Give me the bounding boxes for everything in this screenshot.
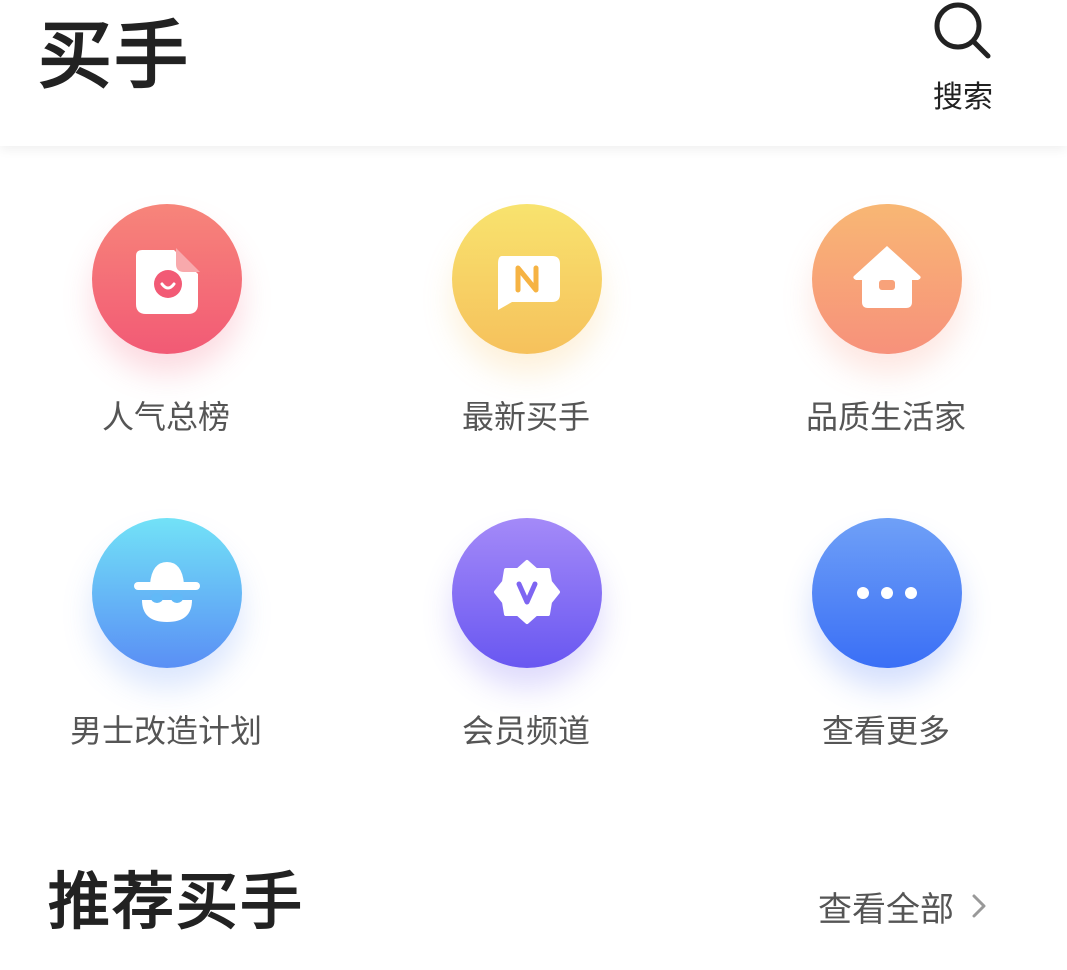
view-all-link[interactable]: 查看全部 [818, 882, 986, 930]
category-icon-circle [92, 204, 242, 354]
more-dots-icon [857, 587, 917, 599]
category-label: 会员频道 [461, 712, 590, 750]
chevron-right-icon [972, 894, 986, 918]
search-button[interactable]: 搜索 [920, 0, 1006, 115]
document-smile-icon [136, 248, 200, 314]
hat-face-icon [134, 562, 200, 622]
top-header: 买手 搜索 [0, 0, 1067, 146]
category-see-more[interactable]: 查看更多 [736, 460, 1036, 750]
vip-badge-icon [494, 560, 560, 624]
search-icon [934, 2, 991, 59]
category-label: 男士改造计划 [69, 712, 262, 750]
new-message-icon [498, 256, 560, 310]
category-grid: 人气总榜 最新买手 品质生活家 男士改造计划 会员频道 查看更多 [0, 146, 1067, 806]
category-quality-life[interactable]: 品质生活家 [736, 146, 1036, 436]
category-label: 品质生活家 [805, 398, 966, 436]
category-label: 查看更多 [821, 712, 950, 750]
house-icon [853, 246, 921, 308]
category-icon-circle [452, 204, 602, 354]
search-label: 搜索 [933, 80, 993, 115]
category-men-makeover[interactable]: 男士改造计划 [16, 460, 316, 750]
section-title-recommended: 推荐买手 [48, 865, 305, 938]
view-all-label: 查看全部 [818, 889, 954, 930]
category-newest-buyers[interactable]: 最新买手 [376, 146, 676, 436]
category-label: 最新买手 [461, 398, 590, 436]
page-title: 买手 [38, 13, 190, 99]
category-icon-circle [812, 518, 962, 668]
category-popular-ranking[interactable]: 人气总榜 [16, 146, 316, 436]
category-vip-channel[interactable]: 会员频道 [376, 460, 676, 750]
category-label: 人气总榜 [101, 398, 230, 436]
category-icon-circle [92, 518, 242, 668]
category-icon-circle [452, 518, 602, 668]
category-icon-circle [812, 204, 962, 354]
